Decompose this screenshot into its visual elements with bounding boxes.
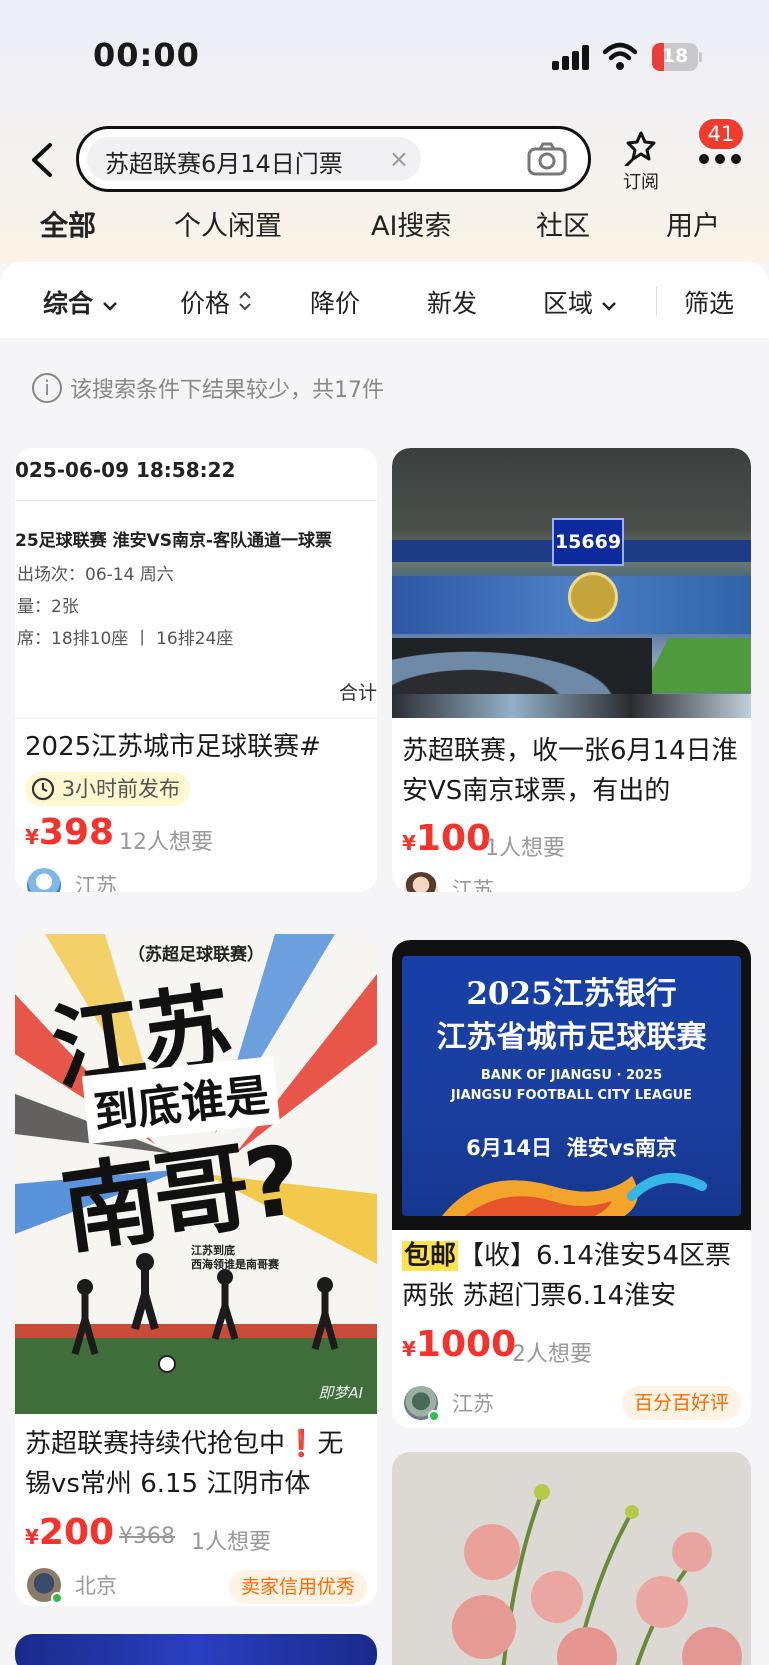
seller-info: 北京	[27, 1568, 227, 1604]
filter-region[interactable]: 区域	[543, 284, 617, 320]
seller-info: 江苏	[404, 872, 604, 892]
filter-new[interactable]: 新发	[427, 284, 477, 320]
cellular-signal-icon	[552, 44, 592, 70]
product-card[interactable]: （苏超足球联赛） 江苏 到底谁是 南哥? 江苏到底 西海领谁是南哥赛 即梦AI …	[15, 934, 377, 1606]
filter-bar: 综合 价格 降价 新发 区域 筛选	[0, 262, 769, 338]
tab-users[interactable]: 用户	[666, 204, 720, 243]
filter-divider	[656, 286, 657, 316]
ticket-screenshot-image: 025-06-09 18:58:22 25足球联赛 淮安VS南京-客队通道一球票…	[15, 448, 377, 716]
tab-personal-idle[interactable]: 个人闲置	[174, 204, 282, 243]
want-count: 12人想要	[119, 830, 213, 855]
info-icon: i	[32, 373, 62, 403]
more-menu-icon[interactable]	[699, 150, 743, 166]
sort-icon	[239, 291, 251, 311]
scoreboard-number: 15669	[554, 531, 622, 553]
chevron-down-icon	[102, 302, 117, 311]
battery-icon: 18	[652, 43, 702, 71]
product-title: 苏超联赛，收一张6月14日淮安VS南京球票，有出的	[402, 736, 738, 806]
status-time: 00:00	[93, 36, 200, 74]
result-notice: i 该搜索条件下结果较少，共17件	[32, 372, 384, 404]
camera-icon[interactable]	[527, 141, 567, 177]
chevron-down-icon	[602, 302, 616, 311]
seller-info: 江苏	[404, 1386, 604, 1422]
search-query-chip[interactable]: 苏超联赛6月14日门票 ×	[87, 137, 421, 181]
seller-location: 江苏	[452, 878, 494, 892]
time-tag: 3小时前发布	[25, 772, 191, 806]
seller-info: 江苏	[27, 868, 227, 892]
online-indicator	[51, 1592, 63, 1604]
subscribe-button[interactable]: 订阅	[612, 130, 670, 193]
product-title: 2025江苏城市足球联赛#	[25, 732, 321, 762]
category-tabs: 全部 个人闲置 AI搜索 社区 用户	[0, 196, 769, 248]
notification-badge: 41	[697, 117, 745, 151]
league-banner-image: 2025江苏银行 江苏省城市足球联赛 BANK OF JIANGSU · 202…	[392, 940, 751, 1230]
product-price: ¥1000	[402, 1324, 517, 1365]
free-shipping-tag: 包邮	[402, 1241, 459, 1271]
product-title: 包邮【收】6.14淮安54区票两张 苏超门票6.14淮安	[402, 1241, 731, 1311]
poster-image: （苏超足球联赛） 江苏 到底谁是 南哥? 江苏到底 西海领谁是南哥赛 即梦AI	[15, 934, 377, 1414]
product-card[interactable]	[392, 1452, 751, 1665]
filter-price-drop[interactable]: 降价	[310, 284, 360, 320]
tab-all[interactable]: 全部	[38, 204, 102, 244]
search-query: 苏超联赛6月14日门票	[105, 150, 343, 178]
status-bar: 00:00 18	[0, 0, 769, 110]
avatar	[27, 868, 61, 892]
clock-icon	[31, 777, 55, 801]
avatar	[404, 872, 438, 892]
stadium-photo-image: 15669人	[392, 448, 751, 718]
seller-location: 江苏	[452, 1392, 494, 1416]
tab-ai-search[interactable]: AI搜索	[371, 204, 451, 243]
product-price: ¥398	[25, 812, 115, 853]
tab-community[interactable]: 社区	[536, 204, 590, 243]
seller-rating-tag: 百分百好评	[621, 1386, 741, 1420]
want-count: 1人想要	[485, 836, 565, 861]
seller-credit-tag: 卖家信用优秀	[228, 1570, 367, 1604]
seller-location: 江苏	[75, 874, 117, 892]
pin-star-icon	[624, 131, 656, 168]
want-count: 2人想要	[512, 1342, 592, 1367]
search-bar[interactable]: 苏超联赛6月14日门票 ×	[76, 126, 591, 192]
filter-price[interactable]: 价格	[180, 284, 252, 320]
product-title: 苏超联赛持续代抢包中❗无锡vs常州 6.15 江阴市体	[25, 1429, 344, 1499]
product-card[interactable]: 2025江苏银行 江苏省城市足球联赛 BANK OF JIANGSU · 202…	[392, 940, 751, 1428]
product-price: ¥200	[25, 1512, 115, 1553]
back-arrow-icon[interactable]	[28, 142, 56, 178]
want-count: 1人想要	[191, 1530, 271, 1555]
filter-screen[interactable]: 筛选	[684, 284, 734, 320]
product-card[interactable]: 025-06-09 18:58:22 25足球联赛 淮安VS南京-客队通道一球票…	[15, 448, 377, 892]
filter-sort[interactable]: 综合	[43, 284, 118, 320]
flower-photo-image	[392, 1452, 751, 1665]
original-price: ¥368	[119, 1524, 175, 1549]
online-indicator	[428, 1410, 440, 1422]
product-price: ¥100	[402, 818, 492, 859]
seller-location: 北京	[75, 1574, 117, 1598]
product-card[interactable]	[15, 1634, 377, 1665]
wifi-icon	[603, 42, 637, 70]
clear-search-icon[interactable]: ×	[389, 145, 409, 173]
battery-level: 18	[661, 45, 689, 67]
subscribe-label: 订阅	[623, 172, 659, 193]
product-card[interactable]: 15669人 苏超联赛，收一张6月14日淮安VS南京球票，有出的 ¥100 1人…	[392, 448, 751, 892]
